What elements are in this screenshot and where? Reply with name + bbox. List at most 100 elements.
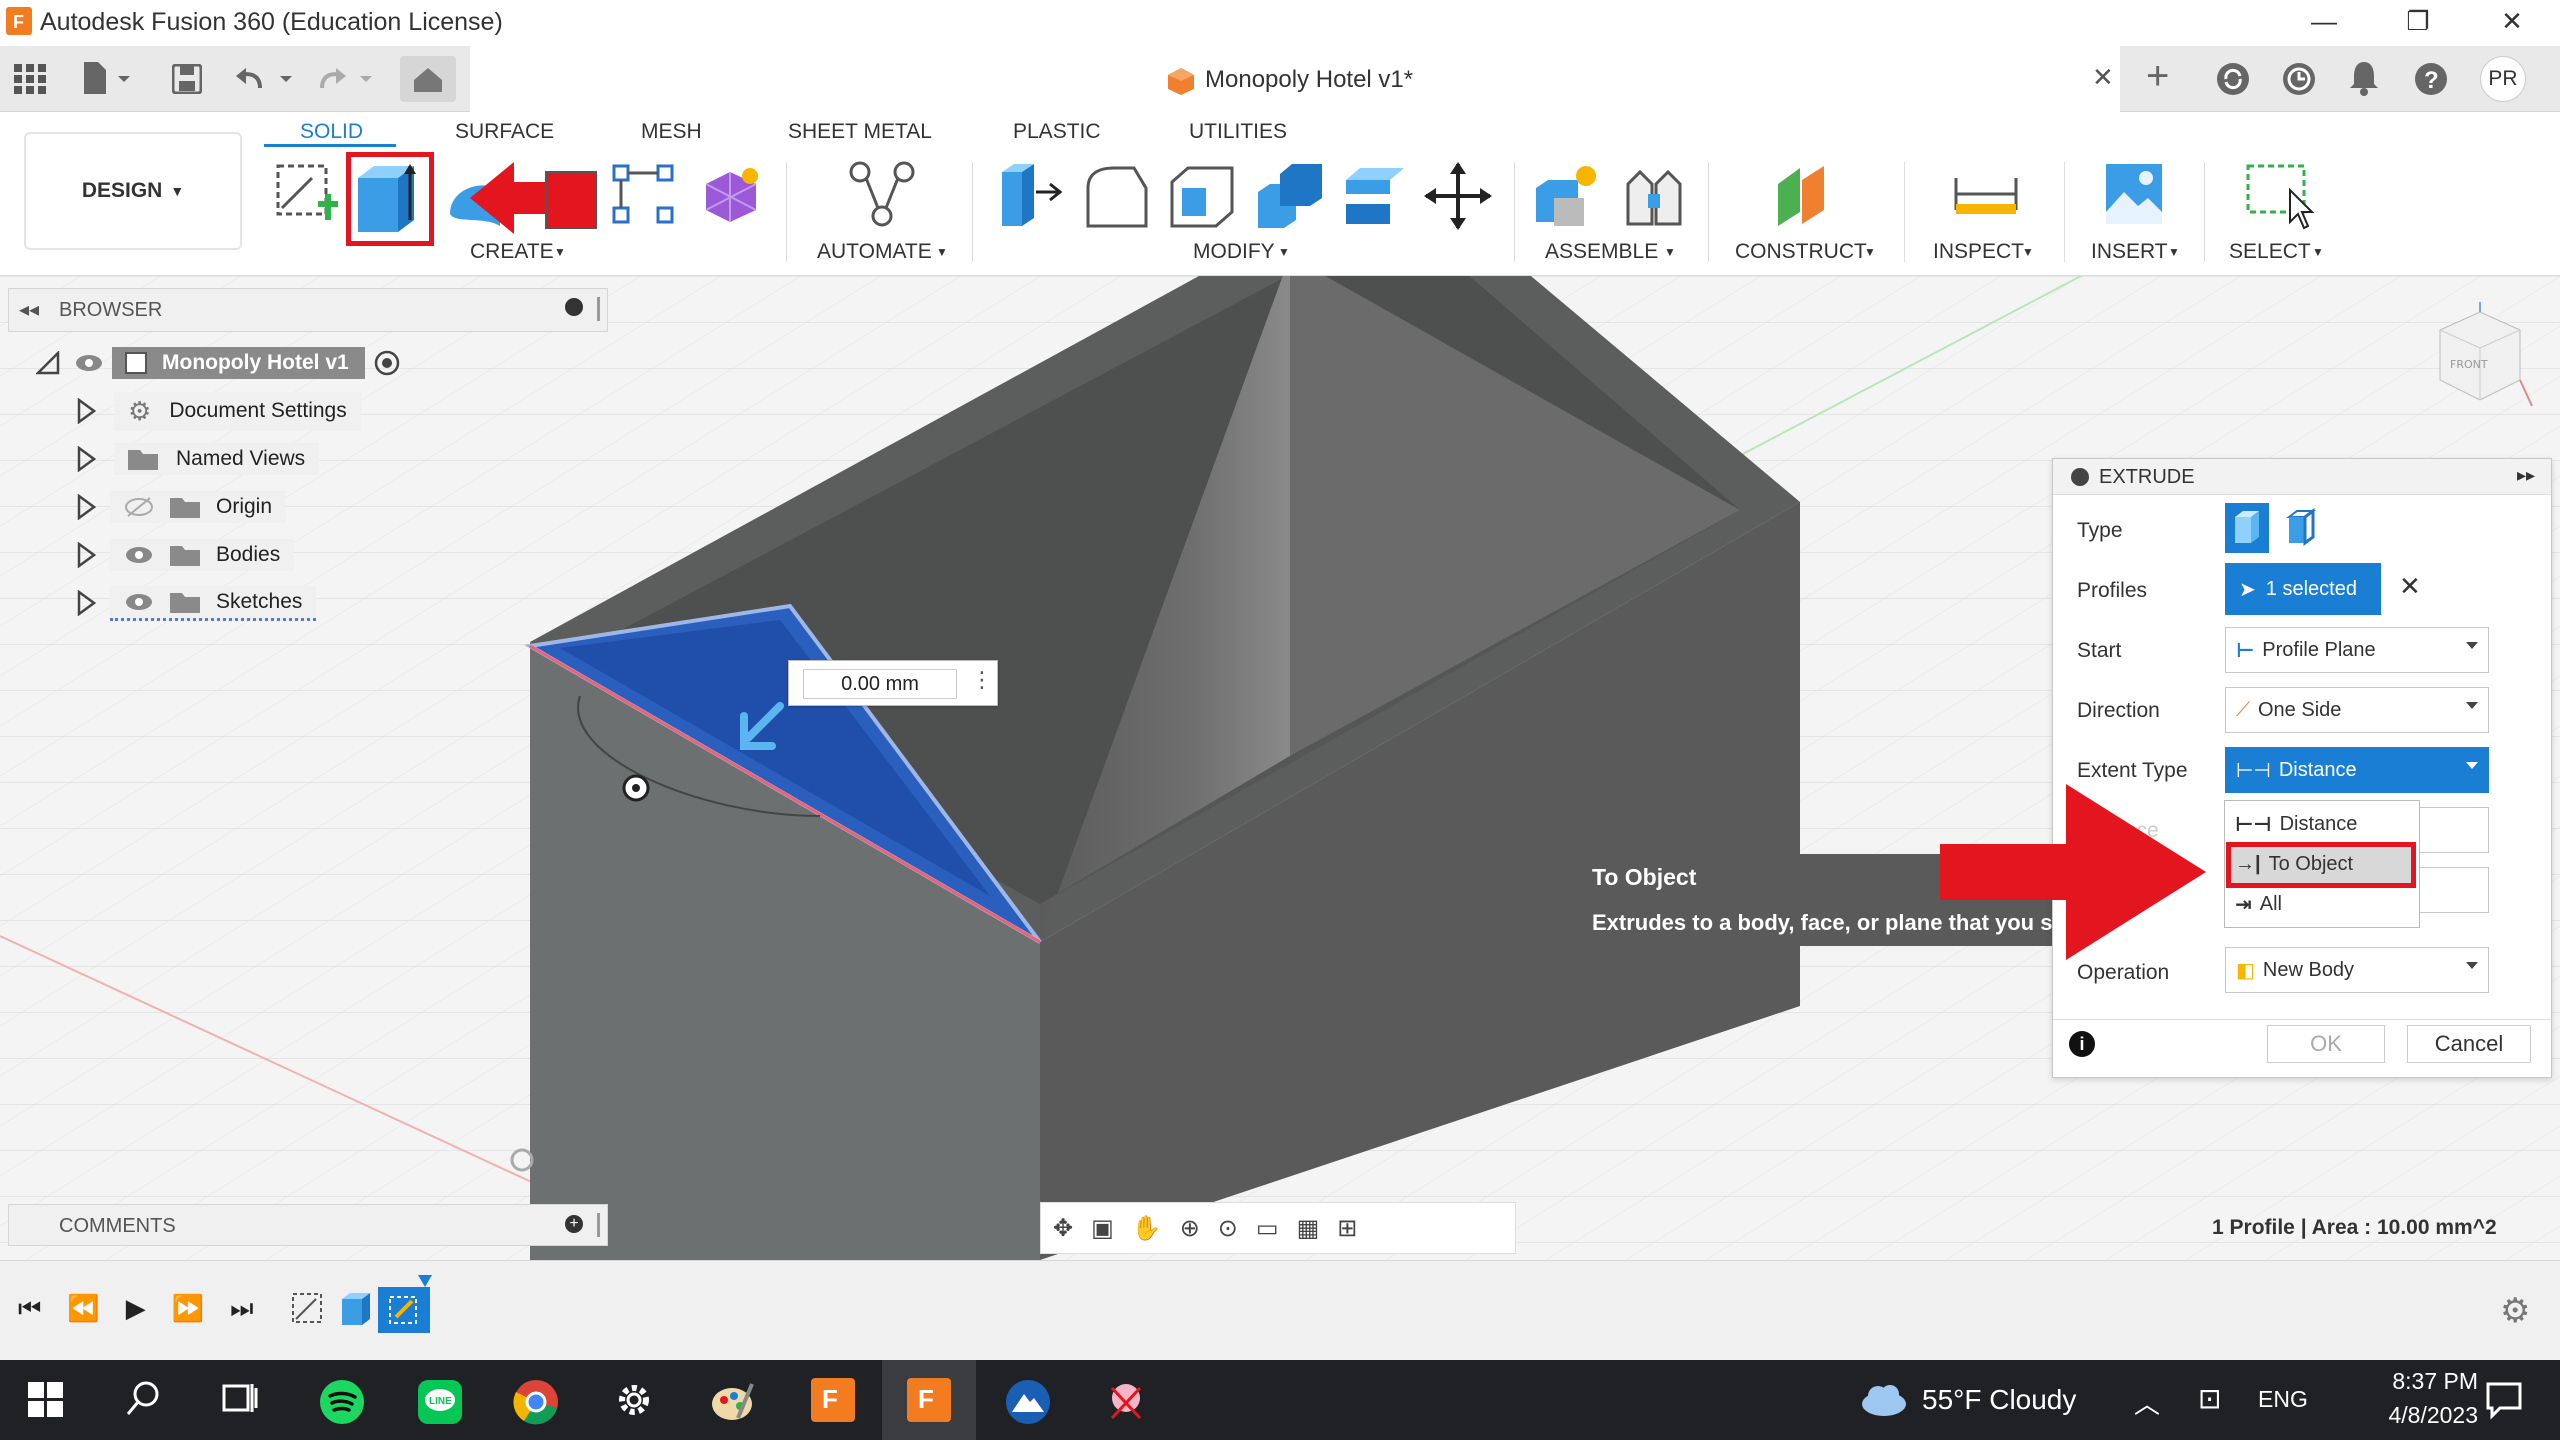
network-icon[interactable]: ⊡ [2198,1382,2221,1415]
timeline-sketch-feature-icon[interactable] [290,1291,326,1327]
tab-solid[interactable]: SOLID [300,120,363,144]
timeline-active-feature[interactable] [378,1287,430,1333]
timeline-extrude-feature-icon[interactable] [338,1289,374,1327]
insert-image-icon[interactable] [2104,162,2164,226]
document-tab[interactable]: Monopoly Hotel v1* ✕ [470,46,2120,112]
group-insert[interactable]: INSERT [2091,240,2168,264]
taskbar-fusion-1[interactable]: F [786,1360,880,1440]
zoom-icon[interactable]: ⊕ [1180,1214,1200,1243]
start-select[interactable]: ⊢ Profile Plane [2225,627,2489,673]
windows-start-icon[interactable] [28,1378,72,1422]
direction-select[interactable]: ⟋ One Side [2225,687,2489,733]
notifications-bell-icon[interactable] [2348,60,2380,96]
expand-triangle-icon[interactable] [76,494,96,520]
display-settings-icon[interactable]: ▭ [1256,1214,1279,1243]
visibility-eye-icon[interactable] [124,592,154,612]
shell-icon[interactable] [1170,164,1234,228]
offset-face-icon[interactable] [1342,164,1408,228]
hidden-eye-icon[interactable] [124,496,154,518]
clock-date[interactable]: 4/8/2023 [2368,1402,2478,1429]
combine-icon[interactable] [1256,162,1324,228]
timeline-settings-gear-icon[interactable]: ⚙ [2500,1291,2530,1331]
more-options-icon[interactable]: ⋮ [971,667,993,693]
extrude-icon[interactable] [354,160,426,238]
collapse-triangle-icon[interactable] [36,351,60,375]
paint-app-icon[interactable] [708,1378,754,1422]
group-modify[interactable]: MODIFY [1193,240,1275,264]
chevron-up-icon[interactable]: ︿ [2134,1384,2160,1421]
orbit-icon[interactable]: ✥ [1053,1214,1073,1243]
panel-resize-handle[interactable] [597,297,600,321]
tab-surface[interactable]: SURFACE [455,120,554,144]
sweep-icon[interactable] [536,170,598,230]
tab-mesh[interactable]: MESH [641,120,702,144]
redo-icon[interactable] [316,64,376,94]
cancel-button[interactable]: Cancel [2407,1025,2531,1063]
extrude-header[interactable]: EXTRUDE ▸▸ [2053,459,2551,495]
sync-icon[interactable] [2216,62,2250,96]
help-icon[interactable]: ? [2414,62,2448,96]
automate-icon[interactable] [848,160,918,230]
home-icon[interactable] [400,56,456,102]
panel-resize-handle[interactable] [597,1213,600,1237]
group-create[interactable]: CREATE [470,240,554,264]
group-assemble[interactable]: ASSEMBLE [1545,240,1658,264]
tree-item-document-settings[interactable]: ⚙ Document Settings [36,391,476,431]
clear-selection-icon[interactable]: ✕ [2399,571,2421,602]
tree-item-sketches[interactable]: Sketches [36,584,476,622]
extent-type-select[interactable]: ⊢⊣ Distance [2225,747,2489,793]
expand-dialog-icon[interactable]: ▸▸ [2517,465,2535,486]
group-construct[interactable]: CONSTRUCT [1735,240,1867,264]
type-solid-button[interactable] [2225,503,2269,553]
new-tab-button[interactable]: + [2146,54,2169,99]
measure-icon[interactable] [1954,174,2018,218]
joint-icon[interactable] [1622,164,1686,228]
job-status-icon[interactable] [2282,62,2316,96]
move-copy-icon[interactable] [1424,162,1492,230]
step-back-icon[interactable]: ⏪ [67,1293,99,1325]
collapse-browser-icon[interactable]: ◂◂ [19,297,39,322]
go-to-start-icon[interactable]: ⏮ [18,1293,41,1325]
tab-sheet-metal[interactable]: SHEET METAL [788,120,932,144]
select-window-icon[interactable] [2244,162,2316,232]
taper-angle-field[interactable] [2409,867,2489,913]
apps-grid-icon[interactable] [14,64,46,94]
visibility-eye-icon[interactable] [74,353,104,373]
viewports-icon[interactable]: ⊞ [1337,1214,1357,1243]
file-menu-icon[interactable] [82,62,132,94]
spotify-icon[interactable] [318,1378,364,1424]
extent-option-all[interactable]: ⇥ All [2229,885,2415,923]
group-inspect[interactable]: INSPECT [1933,240,2024,264]
profiles-selection[interactable]: ➤ 1 selected [2225,563,2381,615]
expand-triangle-icon[interactable] [76,398,96,424]
type-thin-button[interactable] [2279,503,2323,553]
distance-field[interactable] [2409,807,2489,853]
settings-gear-icon[interactable] [612,1378,656,1422]
add-comment-icon[interactable]: + [565,1215,583,1233]
tree-item-bodies[interactable]: Bodies [36,536,476,574]
group-select[interactable]: SELECT [2229,240,2311,264]
press-pull-icon[interactable] [998,162,1064,228]
tree-item-named-views[interactable]: Named Views [36,440,476,478]
undo-icon[interactable] [236,64,296,94]
group-automate[interactable]: AUTOMATE [817,240,932,264]
save-icon[interactable] [172,64,202,94]
view-cube[interactable]: FRONT [2410,300,2540,450]
grid-settings-icon[interactable]: ▦ [1297,1214,1320,1243]
zoom-window-icon[interactable]: ⊙ [1218,1214,1238,1243]
minimize-button[interactable]: — [2304,6,2344,40]
root-component[interactable]: Monopoly Hotel v1 [112,347,365,379]
language-indicator[interactable]: ENG [2258,1386,2308,1413]
expand-triangle-icon[interactable] [76,590,96,616]
tab-utilities[interactable]: UTILITIES [1189,120,1287,144]
notification-center-icon[interactable] [2474,1380,2524,1420]
tab-plastic[interactable]: PLASTIC [1013,120,1101,144]
snipping-tool-icon[interactable] [1102,1378,1146,1422]
minimize-panel-icon[interactable] [565,298,583,316]
rectangular-pattern-icon[interactable] [612,164,676,226]
line-app-icon[interactable]: LINE [416,1378,462,1424]
clock-time[interactable]: 8:37 PM [2382,1368,2478,1395]
go-to-end-icon[interactable]: ⏭ [230,1293,253,1325]
extent-option-distance[interactable]: ⊢⊣ Distance [2229,805,2415,843]
look-at-icon[interactable]: ▣ [1091,1214,1114,1243]
